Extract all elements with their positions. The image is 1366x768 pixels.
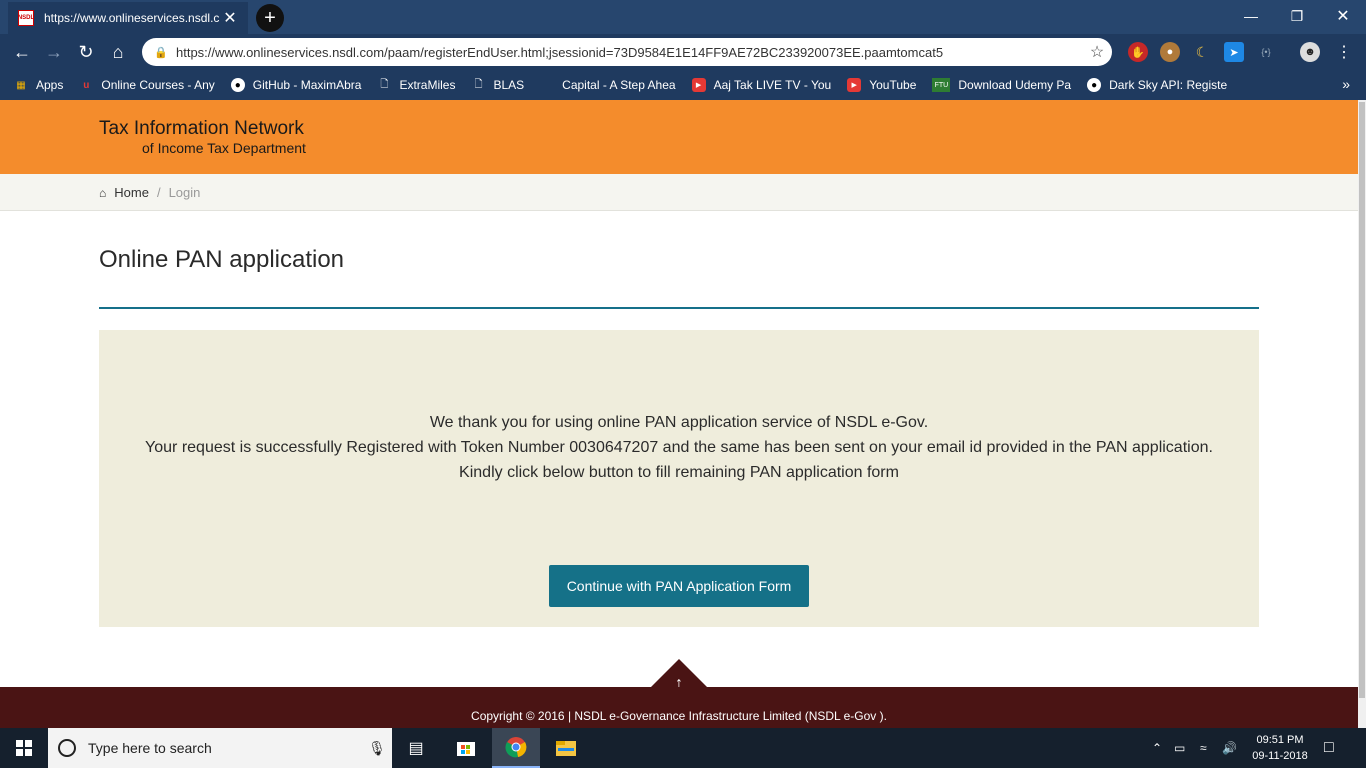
bookmark-label: Dark Sky API: Registe xyxy=(1109,78,1228,92)
windows-start-icon[interactable] xyxy=(0,728,48,768)
bookmarks-overflow-icon[interactable]: » xyxy=(1342,76,1350,92)
file-explorer-icon[interactable] xyxy=(542,728,590,768)
wifi-icon[interactable]: ≈ xyxy=(1200,728,1207,768)
breadcrumb-separator: / xyxy=(156,185,161,200)
nsdl-favicon-icon: NSDL xyxy=(18,10,34,26)
show-hidden-icons-icon[interactable]: ⌃ xyxy=(1152,728,1162,768)
minimize-window-icon[interactable]: — xyxy=(1228,4,1274,28)
reload-icon[interactable]: ↻ xyxy=(72,38,100,66)
footer-copyright: Copyright © 2016 | NSDL e-Governance Inf… xyxy=(471,709,887,723)
bookmark-github[interactable]: ● GitHub - MaximAbra xyxy=(230,78,362,92)
forward-arrow-icon[interactable]: → xyxy=(40,38,68,66)
youtube-icon: ▶ xyxy=(847,78,862,92)
clock-date: 09-11-2018 xyxy=(1252,750,1308,762)
lock-icon: 🔒 xyxy=(154,46,168,59)
microphone-icon[interactable]: 🎙 xyxy=(362,740,392,757)
udemy-icon: u xyxy=(83,79,90,91)
volume-icon[interactable]: 🔊 xyxy=(1222,728,1237,768)
battery-icon[interactable]: ▭ xyxy=(1174,728,1185,768)
taskbar-search-box[interactable]: Type here to search 🎙 xyxy=(48,728,392,768)
new-tab-button[interactable]: + xyxy=(256,4,284,32)
action-center-icon[interactable]: □ xyxy=(1324,728,1334,768)
chrome-taskbar-icon[interactable] xyxy=(492,728,540,768)
restore-window-icon[interactable]: ❐ xyxy=(1274,4,1320,28)
bookmark-aajtak[interactable]: ▶ Aaj Tak LIVE TV - You xyxy=(691,78,832,92)
page-scrollbar[interactable] xyxy=(1358,100,1366,728)
bookmark-label: ExtraMiles xyxy=(399,78,456,92)
share-extension-icon[interactable]: ➤ xyxy=(1224,42,1244,62)
home-icon[interactable]: ⌂ xyxy=(104,38,132,66)
page-icon: 🗋 xyxy=(380,78,389,90)
bookmark-apps[interactable]: ▦ Apps xyxy=(14,78,63,92)
breadcrumb-current: Login xyxy=(168,185,201,200)
message-line-instruction: Kindly click below button to fill remain… xyxy=(459,464,899,481)
bookmark-capital[interactable]: Capital - A Step Ahea xyxy=(540,78,675,92)
browser-toolbar: ← → ↻ ⌂ 🔒 https://www.onlineservices.nsd… xyxy=(0,34,1366,70)
bookmark-label: Online Courses - Any xyxy=(101,78,215,92)
blank-icon xyxy=(540,78,554,92)
site-header: Tax Information Network of Income Tax De… xyxy=(0,100,1358,174)
address-bar[interactable]: 🔒 https://www.onlineservices.nsdl.com/pa… xyxy=(142,38,1112,66)
task-view-icon[interactable]: ▤ xyxy=(392,728,440,768)
tab-title: https://www.onlineservices.nsdl.c xyxy=(44,11,220,25)
bookmark-extramiles[interactable]: 🗋 ExtraMiles xyxy=(377,78,455,92)
screen: NSDL https://www.onlineservices.nsdl.c ✕… xyxy=(0,0,1366,768)
page-viewport: Tax Information Network of Income Tax De… xyxy=(0,100,1358,728)
darksky-icon: ● xyxy=(1087,78,1102,92)
bookmark-label: Apps xyxy=(36,78,64,92)
cortana-icon xyxy=(58,739,76,757)
ftu-icon: FTU xyxy=(932,78,951,92)
message-line-token: Your request is successfully Registered … xyxy=(145,439,1213,456)
youtube-icon: ▶ xyxy=(691,78,706,92)
message-line-thanks: We thank you for using online PAN applic… xyxy=(429,414,929,431)
taskbar-search-placeholder: Type here to search xyxy=(88,740,212,756)
back-arrow-icon[interactable]: ← xyxy=(8,38,36,66)
adblock-extension-icon[interactable]: ✋ xyxy=(1128,42,1148,62)
page-title: Online PAN application xyxy=(99,246,345,273)
clock-time: 09:51 PM xyxy=(1256,734,1304,746)
apps-grid-icon: ▦ xyxy=(16,79,26,91)
site-logo-subtitle[interactable]: of Income Tax Department xyxy=(142,140,306,156)
menu-kebab-icon[interactable]: ⋮ xyxy=(1334,42,1354,62)
bookmark-label: GitHub - MaximAbra xyxy=(252,78,362,92)
bookmark-youtube[interactable]: ▶ YouTube xyxy=(847,78,916,92)
bookmark-star-icon[interactable]: ☆ xyxy=(1082,42,1112,62)
confirmation-panel: We thank you for using online PAN applic… xyxy=(99,330,1259,627)
breadcrumb-home-link[interactable]: Home xyxy=(114,185,149,200)
address-url: https://www.onlineservices.nsdl.com/paam… xyxy=(176,44,944,60)
continue-pan-form-button[interactable]: Continue with PAN Application Form xyxy=(549,565,809,607)
bookmark-label: Download Udemy Pa xyxy=(958,78,1072,92)
bookmark-blas[interactable]: 🗋 BLAS xyxy=(471,78,524,92)
title-divider xyxy=(99,307,1259,309)
windows-taskbar: Type here to search 🎙 ▤ ⌃ ▭ ≈ 🔊 09:51 PM… xyxy=(0,728,1366,768)
scrollbar-thumb[interactable] xyxy=(1359,102,1365,698)
breadcrumb: ⌂ Home / Login xyxy=(99,185,200,200)
bookmark-label: YouTube xyxy=(869,78,917,92)
bookmark-label: Aaj Tak LIVE TV - You xyxy=(713,78,832,92)
bookmarks-bar: ▦ Apps u Online Courses - Any ● GitHub -… xyxy=(0,70,1366,100)
github-icon: ● xyxy=(230,78,245,92)
breadcrumb-bar: ⌂ Home / Login xyxy=(0,174,1358,211)
store-icon[interactable] xyxy=(442,728,490,768)
confirmation-message: We thank you for using online PAN applic… xyxy=(99,410,1259,485)
browser-tab[interactable]: NSDL https://www.onlineservices.nsdl.c ✕ xyxy=(8,2,248,34)
home-icon[interactable]: ⌂ xyxy=(99,186,106,200)
site-logo-title[interactable]: Tax Information Network xyxy=(99,118,304,140)
bookmark-darksky[interactable]: ● Dark Sky API: Registe xyxy=(1087,78,1227,92)
json-extension-icon[interactable]: {•} xyxy=(1256,42,1276,62)
bookmark-download-udemy[interactable]: FTU Download Udemy Pa xyxy=(932,78,1071,92)
browser-tabstrip: NSDL https://www.onlineservices.nsdl.c ✕… xyxy=(0,0,1366,34)
system-clock[interactable]: 09:51 PM 09-11-2018 xyxy=(1240,732,1320,764)
tab-close-icon[interactable]: ✕ xyxy=(222,8,238,28)
bookmark-label: BLAS xyxy=(493,78,525,92)
cookie-extension-icon[interactable]: ● xyxy=(1160,42,1180,62)
bookmark-udemy[interactable]: u Online Courses - Any xyxy=(79,78,214,92)
bookmark-label: Capital - A Step Ahea xyxy=(562,78,676,92)
close-window-icon[interactable]: ✕ xyxy=(1320,4,1366,28)
page-icon: 🗋 xyxy=(474,78,483,90)
moon-extension-icon[interactable]: ☾ xyxy=(1192,42,1212,62)
profile-avatar[interactable]: ☻ xyxy=(1300,42,1320,62)
